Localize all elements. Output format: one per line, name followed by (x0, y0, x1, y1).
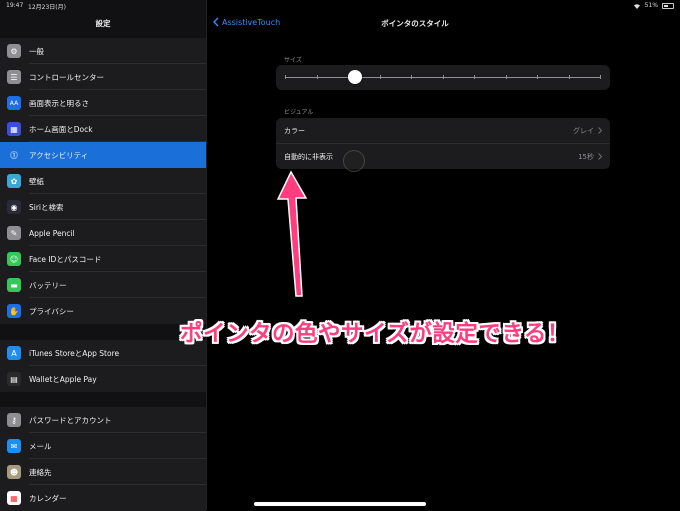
wifi-icon (633, 3, 640, 9)
annotation-arrow (276, 170, 308, 297)
status-indicators: 51% (633, 2, 674, 9)
battery-status-icon (662, 2, 674, 9)
status-bar: 19:47 12月23日(月) 51% (0, 0, 680, 12)
status-time: 19:47 (6, 2, 24, 9)
status-date: 12月23日(月) (28, 4, 66, 11)
battery-percent: 51% (644, 2, 658, 9)
annotation-caption: ポインタの色やサイズが設定できる！ (180, 321, 570, 347)
home-indicator[interactable] (254, 502, 426, 506)
